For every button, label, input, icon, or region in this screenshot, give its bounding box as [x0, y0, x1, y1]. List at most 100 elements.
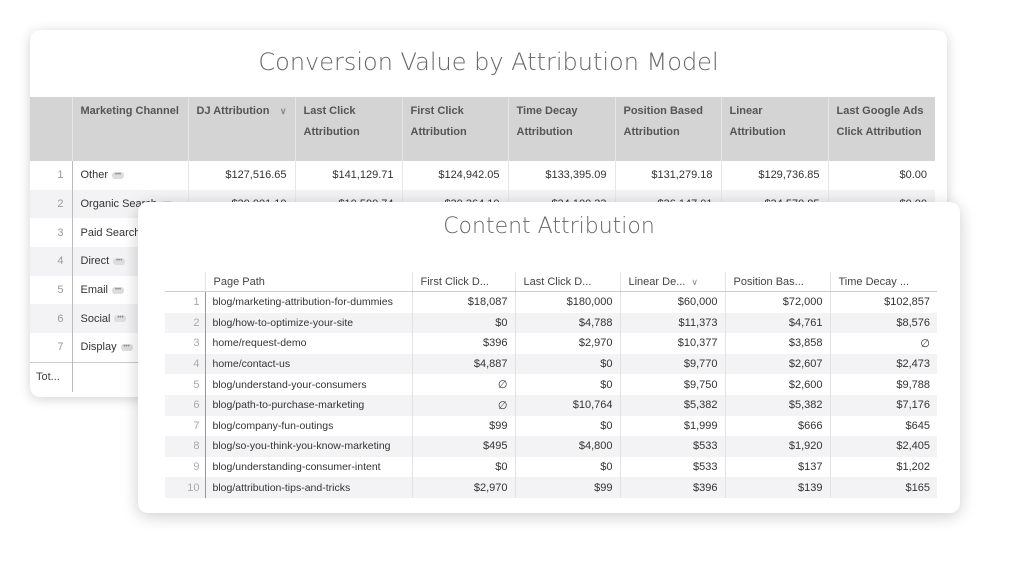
ellipsis-icon[interactable]: •••	[112, 286, 125, 294]
row-index: 2	[30, 189, 72, 219]
row-index: 2	[165, 312, 205, 334]
value-cell: $102,857	[829, 291, 937, 313]
row-index: 3	[193, 337, 200, 350]
row-index: 7	[193, 419, 200, 432]
value-cell: $1,202	[829, 456, 937, 478]
page-path-cell[interactable]: blog/path-to-purchase-marketing	[204, 394, 412, 416]
column-header[interactable]: Linear Attribution	[720, 97, 828, 161]
value-cell: $127,516.65	[187, 161, 295, 190]
value-cell: $165	[829, 477, 937, 498]
value-cell: $9,750	[619, 374, 725, 395]
value-cell: $18,087	[411, 291, 515, 313]
row-index: 5	[57, 284, 64, 297]
column-header[interactable]: Linear De... ∨	[619, 272, 725, 292]
value-cell: $137	[724, 456, 830, 478]
page-path-cell[interactable]: blog/how-to-optimize-your-site	[204, 312, 412, 334]
value-cell: $180,000	[514, 291, 620, 313]
row-index: 4	[165, 353, 205, 375]
value-cell: $1,920	[724, 436, 830, 457]
sort-chevron-down-icon[interactable]: ∨	[691, 277, 698, 287]
table-row: 10 blog/attribution-tips-and-tricks $2,970…	[165, 477, 937, 498]
value-cell: $10,377	[619, 333, 725, 354]
table-row: 1 Other ••• $127,516.65 $141,129.71 $124,942.…	[30, 161, 935, 190]
value-cell: $2,970	[514, 333, 620, 354]
page-path-cell[interactable]: blog/so-you-think-you-know-marketing	[204, 436, 412, 457]
column-header[interactable]: First Click D...	[411, 272, 515, 292]
value-cell: $131,279.18	[614, 161, 721, 190]
ellipsis-icon[interactable]: •••	[114, 315, 127, 323]
column-header[interactable]: First Click Attribution	[401, 97, 508, 161]
value-cell: $99	[411, 415, 515, 437]
sort-chevron-down-icon[interactable]: ∨	[280, 101, 287, 122]
value-cell: $2,473	[829, 353, 937, 375]
value-cell: $495	[411, 436, 515, 457]
row-index: 3	[57, 226, 64, 239]
row-index: 7	[57, 341, 64, 354]
column-header[interactable]: Last Click D...	[514, 272, 620, 292]
row-index: 1	[57, 169, 64, 182]
ellipsis-icon[interactable]: •••	[112, 171, 125, 179]
column-header[interactable]: ∨ DJ Attribution	[187, 97, 295, 161]
page-path-cell[interactable]: blog/understanding-consumer-intent	[204, 456, 412, 478]
value-cell: $4,800	[514, 436, 620, 457]
row-index: 1	[193, 296, 200, 309]
column-header[interactable]: Position Based Attribution	[614, 97, 721, 161]
column-header[interactable]: Last Google Ads Click Attribution	[827, 97, 935, 161]
page-path-cell[interactable]: home/contact-us	[204, 353, 412, 375]
value-cell: $0	[514, 353, 620, 375]
row-index: 10	[165, 477, 205, 498]
null-value-cell: ∅	[411, 394, 515, 416]
table-row: 5 blog/understand-your-consumers ∅ $0 $9,750…	[165, 374, 937, 395]
column-header-label: Position Bas...	[733, 275, 804, 288]
channel-name: Paid Search	[80, 226, 141, 239]
row-index: 9	[193, 461, 200, 474]
column-header-label: First Click Attribution	[410, 105, 467, 138]
column-header-label: Marketing Channel	[80, 105, 179, 117]
value-cell: $99	[514, 477, 620, 498]
value-cell: $2,600	[724, 374, 830, 395]
value-cell: $2,607	[724, 353, 830, 375]
value-cell: $0	[514, 456, 620, 478]
value-cell: $533	[619, 436, 725, 457]
column-header[interactable]: Time Decay ...	[829, 272, 937, 292]
row-index: 5	[193, 378, 200, 391]
value-cell: $9,770	[619, 353, 725, 375]
card-title: Conversion Value by Attribution Model	[258, 48, 719, 76]
value-cell: $2,405	[829, 436, 937, 457]
column-header[interactable]: Time Decay Attribution	[507, 97, 615, 161]
row-index: 8	[165, 436, 205, 457]
column-header[interactable]: Last Click Attribution	[294, 97, 402, 161]
column-header-label: Time Decay ...	[838, 275, 910, 288]
row-index: 6	[165, 394, 205, 416]
ellipsis-icon[interactable]: •••	[113, 258, 126, 265]
value-cell: $72,000	[724, 291, 830, 313]
page-path-cell[interactable]: blog/attribution-tips-and-tricks	[204, 477, 412, 498]
column-header-label: Last Google Ads Click Attribution	[836, 105, 924, 138]
page-path-cell[interactable]: blog/understand-your-consumers	[204, 374, 412, 395]
value-cell: $10,764	[514, 394, 620, 416]
page-path-cell[interactable]: blog/marketing-attribution-for-dummies	[204, 291, 412, 313]
null-value-cell: ∅	[829, 333, 937, 354]
channel-name: Direct	[80, 255, 110, 268]
table-row: 8 blog/so-you-think-you-know-marketing $49…	[165, 436, 937, 457]
table-row: 7 blog/company-fun-outings $99 $0 $1,999 $666…	[165, 415, 937, 437]
value-cell: $0	[514, 374, 620, 395]
column-header-label: Last Click Attribution	[303, 105, 360, 138]
value-cell: $5,382	[619, 394, 725, 416]
column-header[interactable]: Page Path	[204, 272, 412, 292]
index-header	[165, 272, 205, 292]
ellipsis-icon[interactable]: •••	[120, 344, 133, 352]
value-cell: $396	[411, 333, 515, 354]
value-cell: $666	[724, 415, 830, 437]
page-path-cell[interactable]: blog/company-fun-outings	[204, 415, 412, 437]
null-value-cell: ∅	[411, 374, 515, 395]
page-path-cell[interactable]: home/request-demo	[204, 333, 412, 354]
value-cell: $396	[619, 477, 725, 498]
value-cell: $11,373	[619, 312, 725, 334]
column-header-label: Position Based Attribution	[623, 105, 703, 138]
column-header[interactable]: Marketing Channel	[71, 97, 188, 161]
value-cell: $129,736.85	[720, 161, 828, 190]
index-header	[30, 97, 72, 161]
column-header-label: Linear Attribution	[729, 105, 786, 138]
column-header[interactable]: Position Bas...	[724, 272, 830, 292]
